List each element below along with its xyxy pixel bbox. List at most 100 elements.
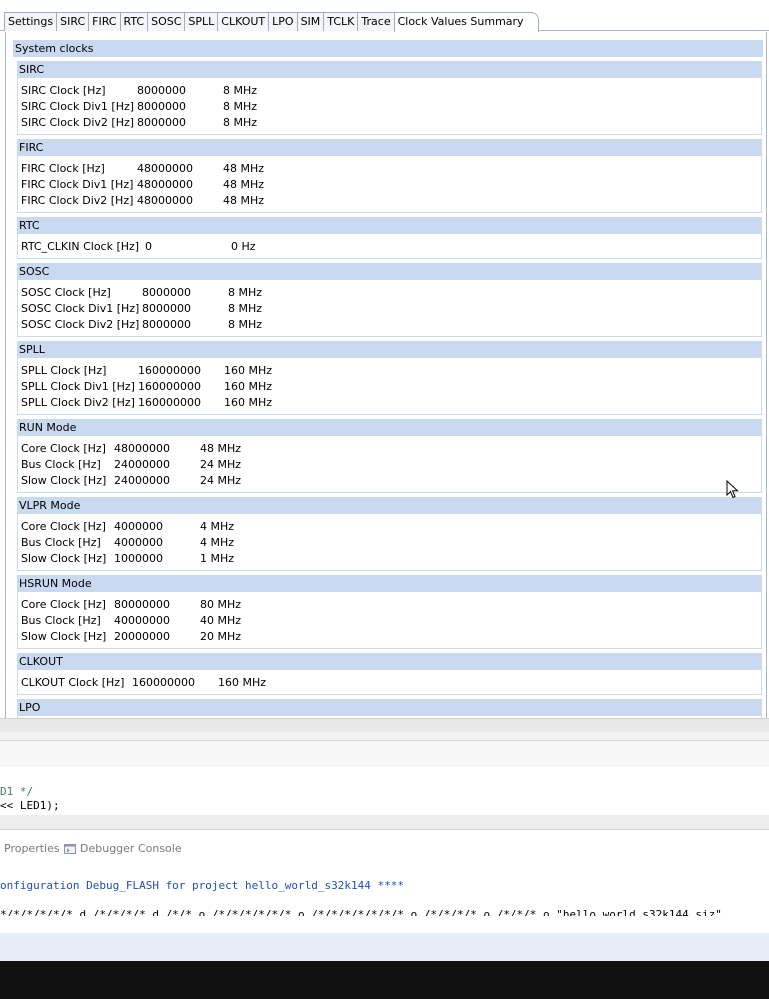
clock-label: SOSC Clock [Hz] (21, 286, 111, 299)
clock-raw-value: 24000000 (114, 458, 170, 471)
clock-raw-value: 8000000 (142, 318, 191, 331)
system-clocks-group: System clocks SIRC SIRC Clock [Hz] 8000000… (13, 40, 763, 718)
properties-tab-label: Properties (4, 842, 60, 855)
clock-row: Core Clock [Hz] 4000000 4 MHz (21, 519, 761, 535)
code-line-comment: D1 */ (0, 785, 34, 798)
clock-row: FIRC Clock [Hz] 48000000 48 MHz (21, 161, 761, 177)
clock-label: SPLL Clock Div2 [Hz] (21, 396, 135, 409)
clock-raw-value: 8000000 (142, 302, 191, 315)
clock-formatted-value: 8 MHz (228, 318, 263, 331)
clock-row: FIRC Clock Div2 [Hz] 48000000 48 MHz (21, 193, 761, 209)
tab-spll[interactable]: SPLL (184, 12, 219, 31)
clock-label: RTC_CLKIN Clock [Hz] (21, 240, 140, 253)
clock-label: Core Clock [Hz] (21, 442, 106, 455)
clock-raw-value: 48000000 (137, 194, 193, 207)
clock-formatted-value: 48 MHz (223, 194, 265, 207)
clock-label: FIRC Clock [Hz] (21, 162, 105, 175)
clock-raw-value: 48000000 (137, 178, 193, 191)
clock-raw-value: 0 (145, 240, 152, 253)
editor-splitter[interactable] (0, 718, 769, 733)
clock-label: Bus Clock [Hz] (21, 458, 101, 471)
clock-row: Core Clock [Hz] 80000000 80 MHz (21, 597, 761, 613)
tab-firc[interactable]: FIRC (88, 12, 121, 31)
tab-rtc[interactable]: RTC (119, 12, 149, 31)
clock-raw-value: 4000000 (114, 536, 163, 549)
clock-label: SIRC Clock Div2 [Hz] (21, 116, 135, 129)
group-header-rtc: RTC (17, 217, 762, 234)
clock-raw-value: 20000000 (114, 630, 170, 643)
clock-row: Bus Clock [Hz] 24000000 24 MHz (21, 457, 761, 473)
clock-raw-value: 8000000 (142, 286, 191, 299)
code-editor[interactable]: D1 */ << LED1); (0, 741, 769, 815)
clock-raw-value: 8000000 (137, 84, 186, 97)
clock-label: Slow Clock [Hz] (21, 474, 107, 487)
clock-formatted-value: 24 MHz (200, 474, 242, 487)
clock-label: SIRC Clock [Hz] (21, 84, 106, 97)
tab-settings[interactable]: Settings (4, 12, 58, 31)
clock-row: SOSC Clock [Hz] 8000000 8 MHz (21, 285, 761, 301)
tab-trace[interactable]: Trace (357, 12, 395, 31)
tab-sosc[interactable]: SOSC (147, 12, 186, 31)
console-build-header: onfiguration Debug_FLASH for project hel… (0, 879, 404, 892)
clock-row: SIRC Clock Div1 [Hz] 8000000 8 MHz (21, 99, 761, 115)
clock-row: Core Clock [Hz] 48000000 48 MHz (21, 441, 761, 457)
clock-raw-value: 24000000 (114, 474, 170, 487)
clock-row: Slow Clock [Hz] 1000000 1 MHz (21, 551, 761, 567)
clock-row: CLKOUT Clock [Hz] 160000000 160 MHz (21, 675, 761, 691)
clock-config-editor: Settings SIRC FIRC RTC SOSC SPLL CLKOUT LPO SIM T… (0, 0, 769, 718)
clock-label: SPLL Clock Div1 [Hz] (21, 380, 135, 393)
tab-debugger-console[interactable]: Debugger Console (64, 842, 182, 855)
clock-row: FIRC Clock Div1 [Hz] 48000000 48 MHz (21, 177, 761, 193)
clock-row: RTC_CLKIN Clock [Hz] 0 0 Hz (21, 239, 761, 255)
code-editor-scrollbar[interactable] (0, 815, 769, 830)
tab-tclk[interactable]: TCLK (323, 12, 359, 31)
clock-formatted-value: 48 MHz (223, 178, 265, 191)
clock-formatted-value: 160 MHz (218, 676, 267, 689)
clock-raw-value: 160000000 (138, 364, 201, 377)
clock-row: SIRC Clock Div2 [Hz] 8000000 8 MHz (21, 115, 761, 131)
clock-row: SPLL Clock Div2 [Hz] 160000000 160 MHz (21, 395, 761, 411)
clock-formatted-value: 8 MHz (228, 286, 263, 299)
group-header-vlpr-mode: VLPR Mode (17, 497, 762, 514)
editor-splitter-shadow (0, 732, 769, 741)
clock-formatted-value: 8 MHz (223, 84, 258, 97)
clock-row: Bus Clock [Hz] 4000000 4 MHz (21, 535, 761, 551)
system-clocks-header: System clocks (13, 40, 763, 57)
group-sosc: SOSC SOSC Clock [Hz] 8000000 8 MHz SOSC Cloc… (17, 263, 762, 337)
clock-label: SOSC Clock Div1 [Hz] (21, 302, 140, 315)
clock-row: SPLL Clock Div1 [Hz] 160000000 160 MHz (21, 379, 761, 395)
clock-row: Bus Clock [Hz] 40000000 40 MHz (21, 613, 761, 629)
clock-raw-value: 160000000 (138, 396, 201, 409)
clock-formatted-value: 4 MHz (200, 536, 235, 549)
clock-formatted-value: 40 MHz (200, 614, 242, 627)
group-clkout: CLKOUT CLKOUT Clock [Hz] 160000000 160 MHz (17, 653, 762, 695)
group-header-run-mode: RUN Mode (17, 419, 762, 436)
tab-properties[interactable]: Properties (4, 842, 60, 855)
group-vlpr-mode: VLPR Mode Core Clock [Hz] 4000000 4 MHz Bus … (17, 497, 762, 571)
group-header-clkout: CLKOUT (17, 653, 762, 670)
tab-lpo[interactable]: LPO (268, 12, 298, 31)
clock-label: Slow Clock [Hz] (21, 630, 107, 643)
clock-formatted-value: 48 MHz (200, 442, 242, 455)
console-output[interactable]: onfiguration Debug_FLASH for project hel… (0, 861, 769, 933)
summary-content: System clocks SIRC SIRC Clock [Hz] 8000000… (5, 32, 767, 718)
clock-formatted-value: 24 MHz (200, 458, 242, 471)
clock-raw-value: 80000000 (114, 598, 170, 611)
tab-clkout[interactable]: CLKOUT (217, 12, 270, 31)
clock-label: SPLL Clock [Hz] (21, 364, 107, 377)
group-header-hsrun-mode: HSRUN Mode (17, 575, 762, 592)
tab-sirc[interactable]: SIRC (56, 12, 90, 31)
clock-row: Slow Clock [Hz] 20000000 20 MHz (21, 629, 761, 645)
group-header-spll: SPLL (17, 341, 762, 358)
group-sirc: SIRC SIRC Clock [Hz] 8000000 8 MHz SIRC Cloc… (17, 61, 762, 135)
clock-raw-value: 48000000 (137, 162, 193, 175)
clock-raw-value: 160000000 (132, 676, 195, 689)
tab-clock-values-summary[interactable]: Clock Values Summary (393, 12, 539, 32)
clock-row: SOSC Clock Div2 [Hz] 8000000 8 MHz (21, 317, 761, 333)
group-lpo: LPOLPO Clock 1KHz[Hz]10001 kHzLPO Clock … (17, 699, 762, 718)
clock-formatted-value: 160 MHz (224, 380, 273, 393)
group-header-lpo: LPO (17, 699, 762, 716)
group-rtc: RTC RTC_CLKIN Clock [Hz] 0 0 Hz (17, 217, 762, 259)
tab-sim[interactable]: SIM (296, 12, 325, 31)
clock-raw-value: 160000000 (138, 380, 201, 393)
